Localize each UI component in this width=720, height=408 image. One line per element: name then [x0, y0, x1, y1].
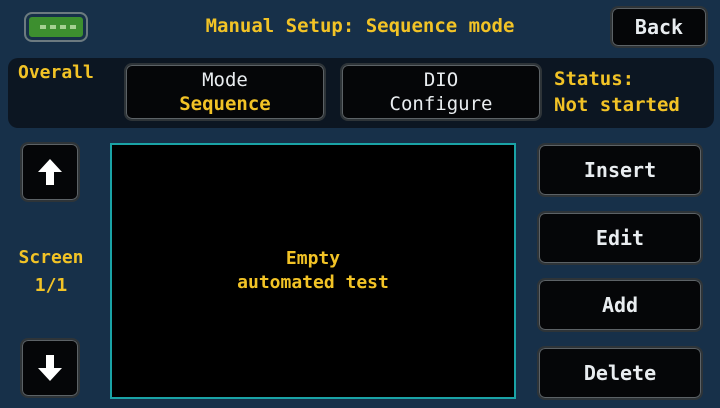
empty-message-line2: automated test: [237, 272, 389, 293]
mode-button[interactable]: Mode Sequence: [124, 63, 326, 121]
screen-indicator: Screen 1/1: [6, 244, 96, 300]
screen-label: Screen: [18, 247, 84, 268]
dio-button[interactable]: DIO Configure: [340, 63, 542, 121]
dio-label: DIO: [423, 69, 459, 91]
screen-value: 1/1: [34, 275, 68, 296]
edit-button[interactable]: Edit: [537, 211, 703, 265]
battery-cell: [40, 25, 46, 29]
overall-label: Overall: [18, 62, 94, 83]
back-button[interactable]: Back: [610, 6, 708, 48]
mode-label: Mode: [202, 69, 248, 91]
scroll-down-button[interactable]: [20, 338, 80, 398]
arrow-up-icon: [38, 159, 62, 185]
add-button[interactable]: Add: [537, 278, 703, 332]
insert-button[interactable]: Insert: [537, 143, 703, 197]
empty-message-line1: Empty: [285, 248, 341, 269]
battery-cell: [70, 25, 76, 29]
mode-value: Sequence: [179, 93, 271, 115]
status-block: Status: Not started: [554, 66, 680, 118]
battery-icon: [24, 12, 88, 42]
arrow-down-icon: [38, 355, 62, 381]
dio-value: Configure: [389, 93, 493, 115]
battery-cell: [60, 25, 66, 29]
page-title: Manual Setup: Sequence mode: [205, 15, 515, 37]
battery-cell: [50, 25, 56, 29]
sequence-viewport: Empty automated test: [110, 143, 516, 399]
delete-button[interactable]: Delete: [537, 346, 703, 400]
status-value: Not started: [554, 94, 680, 116]
status-label: Status:: [554, 68, 635, 90]
scroll-up-button[interactable]: [20, 142, 80, 202]
